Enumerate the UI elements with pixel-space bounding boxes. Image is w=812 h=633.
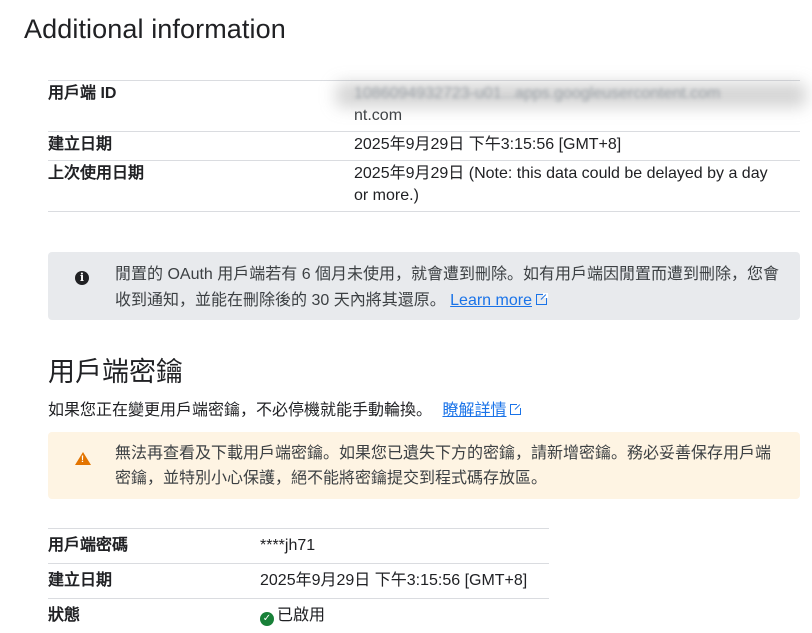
client-id-row: 用戶端 ID 1086094932723-u01...apps.googleus…: [48, 80, 800, 131]
secret-created-value: 2025年9月29日 下午3:15:56 [GMT+8]: [260, 572, 528, 589]
client-secrets-title: 用戶端密鑰: [48, 357, 183, 387]
last-used-value: 2025年9月29日 (Note: this data could be del…: [354, 165, 768, 204]
client-id-blurred: 1086094932723-u01...apps.googleuserconte…: [354, 85, 721, 102]
learn-more-label: Learn more: [450, 292, 532, 309]
created-date-value: 2025年9月29日 下午3:15:56 [GMT+8]: [354, 136, 622, 153]
secret-created-row: 建立日期 2025年9月29日 下午3:15:56 [GMT+8]: [48, 563, 549, 598]
client-secret-row: 用戶端密碼 ****jh71: [48, 528, 549, 563]
client-id-tail: nt.com: [354, 107, 403, 124]
external-link-icon: [535, 293, 548, 305]
external-link-icon: [510, 403, 523, 415]
warning-text: 無法再查看及下載用戶端密鑰。如果您已遺失下方的密鑰，請新增密鑰。務必妥善保存用戶…: [115, 445, 772, 487]
secret-status-row: 狀態 ✓ 已啟用: [48, 598, 549, 633]
learn-details-label: 瞭解詳情: [442, 402, 507, 419]
client-info-table: 用戶端 ID 1086094932723-u01...apps.googleus…: [48, 80, 800, 212]
client-id-value[interactable]: 1086094932723-u01...apps.googleuserconte…: [354, 81, 800, 131]
client-id-label: 用戶端 ID: [48, 85, 117, 102]
last-used-row: 上次使用日期 2025年9月29日 (Note: this data could…: [48, 160, 800, 212]
last-used-label: 上次使用日期: [48, 165, 145, 182]
learn-details-link[interactable]: 瞭解詳情: [442, 402, 506, 419]
secret-status-value: ✓ 已啟用: [260, 605, 549, 627]
secrets-description-text: 如果您正在變更用戶端密鑰，不必停機就能手動輪換。: [48, 402, 433, 419]
secret-warning-banner: ! 無法再查看及下載用戶端密鑰。如果您已遺失下方的密鑰，請新增密鑰。務必妥善保存…: [48, 432, 800, 499]
info-icon: i: [75, 271, 89, 285]
client-secret-value: ****jh71: [260, 537, 316, 554]
secret-status-label: 狀態: [48, 607, 81, 624]
secret-created-label: 建立日期: [48, 572, 113, 589]
learn-more-link[interactable]: Learn more: [450, 292, 532, 309]
check-circle-icon: ✓: [260, 612, 274, 626]
warning-icon: !: [75, 452, 91, 465]
notice-text: 閒置的 OAuth 用戶端若有 6 個月未使用，就會遭到刪除。如有用戶端因閒置而…: [115, 266, 780, 309]
created-date-label: 建立日期: [48, 136, 113, 153]
status-text: 已啟用: [277, 607, 326, 624]
page-title: Additional information: [24, 14, 286, 44]
created-date-row: 建立日期 2025年9月29日 下午3:15:56 [GMT+8]: [48, 131, 800, 160]
client-secret-label: 用戶端密碼: [48, 537, 129, 554]
client-secrets-description: 如果您正在變更用戶端密鑰，不必停機就能手動輪換。 瞭解詳情: [48, 396, 523, 420]
client-secret-table: 用戶端密碼 ****jh71 建立日期 2025年9月29日 下午3:15:56…: [48, 528, 549, 633]
inactive-client-notice: i 閒置的 OAuth 用戶端若有 6 個月未使用，就會遭到刪除。如有用戶端因閒…: [48, 252, 800, 320]
